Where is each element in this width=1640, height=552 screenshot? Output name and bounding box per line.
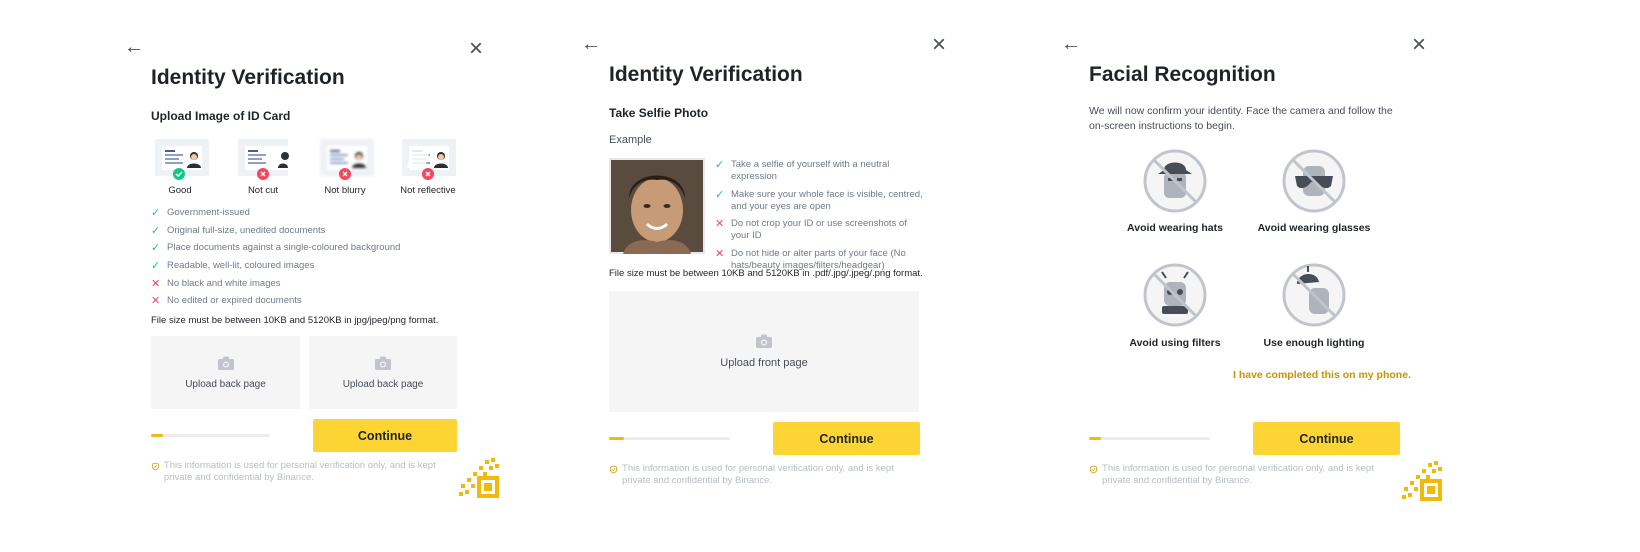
page-title: Identity Verification — [151, 66, 345, 89]
completed-on-phone-link[interactable]: I have completed this on my phone. — [1233, 369, 1411, 381]
check-icon: ✓ — [715, 188, 725, 201]
progress-bar — [609, 437, 730, 440]
list-item: ✕ No edited or expired documents — [151, 295, 302, 308]
continue-button[interactable]: Continue — [1253, 422, 1400, 455]
example-label: Not reflective — [400, 185, 456, 196]
camera-icon — [374, 356, 392, 370]
privacy-note: This information is used for personal ve… — [152, 460, 457, 484]
tip-label: Avoid using filters — [1129, 337, 1221, 349]
shield-icon — [610, 464, 617, 475]
progress-fill — [1089, 437, 1102, 440]
privacy-text: This information is used for personal ve… — [1102, 463, 1374, 486]
check-icon: ✓ — [151, 207, 161, 219]
list-item: ✕ Do not crop your ID or use screenshots … — [715, 218, 907, 242]
privacy-text: This information is used for personal ve… — [622, 463, 894, 486]
check-icon: ✓ — [151, 260, 161, 273]
back-arrow-icon[interactable]: ← — [581, 34, 601, 54]
close-icon[interactable]: × — [1412, 33, 1426, 57]
upload-back-page-left[interactable]: Upload back page — [151, 336, 300, 409]
tip-label: Avoid wearing hats — [1127, 222, 1223, 234]
cross-icon: ✕ — [151, 277, 161, 290]
cross-badge-icon — [422, 168, 434, 180]
no-filters-icon — [1143, 263, 1207, 327]
list-item: ✕ No black and white images — [151, 277, 281, 290]
list-item: ✓ Readable, well-lit, coloured images — [151, 260, 315, 273]
qr-code-icon[interactable] — [459, 458, 499, 498]
privacy-note: This information is used for personal ve… — [610, 463, 920, 487]
no-glasses-icon — [1282, 149, 1346, 213]
example-label: Good — [168, 185, 192, 196]
cross-badge-icon — [339, 168, 351, 180]
tip-label: Avoid wearing glasses — [1257, 222, 1371, 234]
continue-button[interactable]: Continue — [313, 419, 457, 452]
privacy-note: This information is used for personal ve… — [1090, 463, 1400, 487]
section-subtitle: Upload Image of ID Card — [151, 109, 291, 123]
selfie-example-image — [609, 158, 705, 254]
cross-icon: ✕ — [715, 248, 725, 261]
privacy-text: This information is used for personal ve… — [163, 460, 436, 483]
cross-icon: ✕ — [715, 218, 725, 231]
shield-icon — [152, 461, 159, 472]
page-title: Facial Recognition — [1089, 63, 1276, 86]
list-item: ✓ Make sure your whole face is visible, c… — [715, 188, 923, 212]
list-item: ✓ Original full-size, unedited documents — [151, 224, 326, 237]
cross-badge-icon — [257, 168, 269, 180]
progress-fill — [151, 434, 163, 437]
list-item: ✓ Take a selfie of yourself with a neutra… — [715, 159, 890, 182]
check-badge-icon — [173, 168, 185, 180]
cross-icon: ✕ — [151, 295, 161, 308]
list-item: ✓ Government-issued — [151, 207, 250, 219]
file-size-note: File size must be between 10KB and 5120K… — [609, 268, 923, 279]
shield-icon — [1090, 464, 1097, 475]
list-item: ✓ Place documents against a single-colour… — [151, 242, 401, 255]
check-icon: ✓ — [151, 224, 161, 237]
progress-bar — [1089, 437, 1210, 440]
close-icon[interactable]: × — [932, 33, 946, 57]
back-arrow-icon[interactable]: ← — [1061, 34, 1081, 54]
example-label: Example — [609, 134, 652, 146]
tip-label: Use enough lighting — [1263, 337, 1365, 349]
camera-icon — [217, 356, 235, 370]
requirements-list: ✓ Government-issued ✓ Original full-size, … — [151, 207, 481, 313]
upload-label: Upload front page — [720, 357, 808, 369]
no-hat-icon — [1143, 149, 1207, 213]
progress-fill — [609, 437, 624, 440]
example-label: Not blurry — [324, 185, 366, 196]
upload-label: Upload back page — [185, 378, 266, 390]
qr-code-icon[interactable] — [1402, 461, 1442, 501]
camera-icon — [755, 334, 773, 348]
progress-bar — [151, 434, 270, 437]
back-arrow-icon[interactable]: ← — [124, 37, 144, 57]
upload-label: Upload back page — [342, 378, 424, 390]
page-description: We will now confirm your identity. Face … — [1089, 105, 1393, 132]
selfie-tips-list: ✓ Take a selfie of yourself with a neutra… — [715, 159, 925, 278]
upload-back-page-right[interactable]: Upload back page — [309, 336, 457, 409]
example-label: Not cut — [247, 185, 279, 196]
section-subtitle: Take Selfie Photo — [609, 106, 709, 120]
file-size-note: File size must be between 10KB and 5120K… — [151, 315, 439, 326]
page-title: Identity Verification — [609, 63, 803, 86]
close-icon[interactable]: × — [469, 37, 483, 61]
upload-front-page[interactable]: Upload front page — [609, 291, 919, 412]
check-icon: ✓ — [715, 159, 725, 171]
continue-button[interactable]: Continue — [773, 422, 920, 455]
check-icon: ✓ — [151, 242, 161, 255]
lighting-icon — [1282, 263, 1346, 327]
